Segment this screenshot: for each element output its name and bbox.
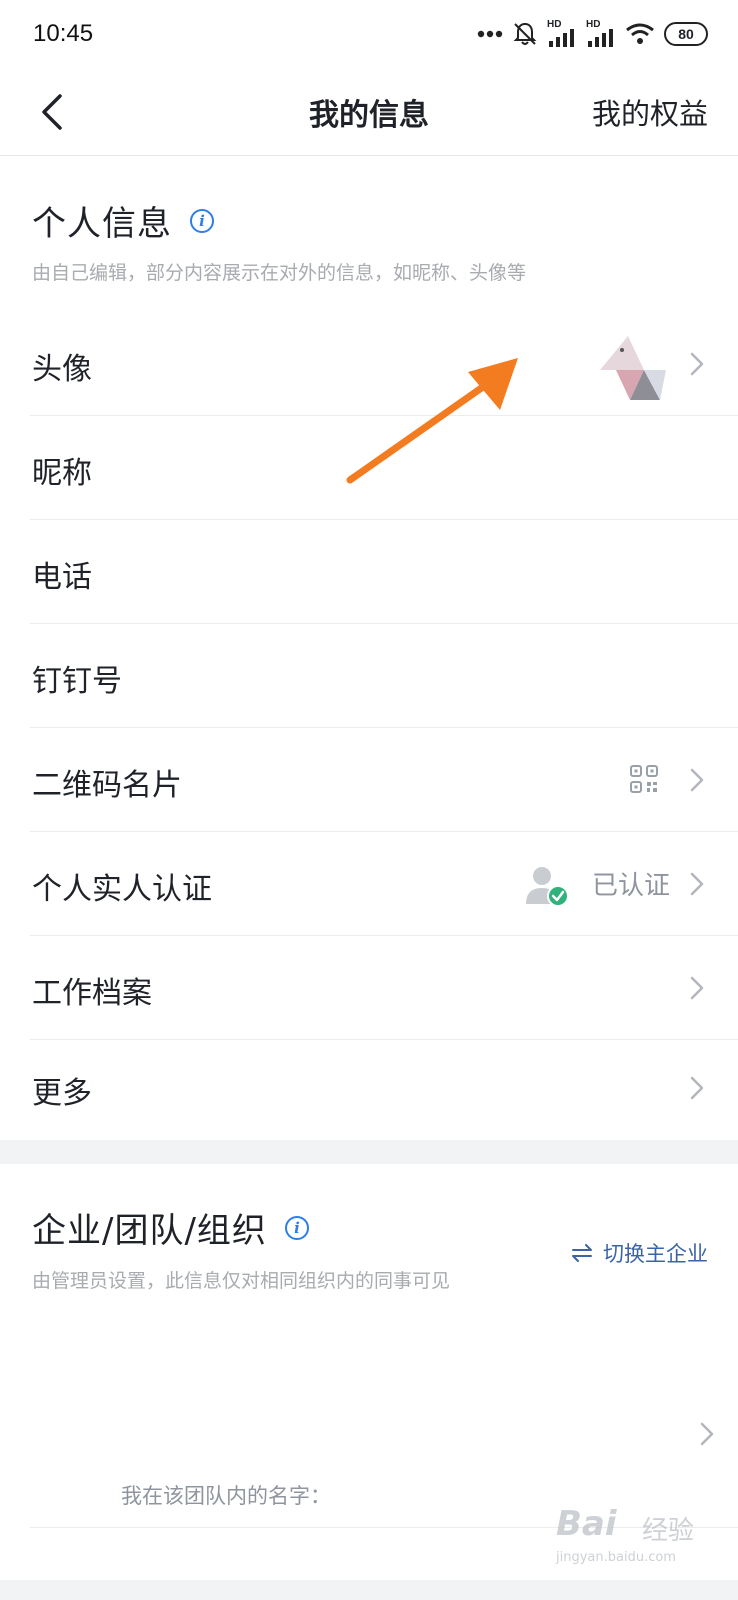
chevron-right-icon bbox=[700, 1422, 714, 1446]
row-phone[interactable]: 电话 bbox=[0, 520, 738, 624]
qr-code-icon bbox=[630, 765, 658, 793]
info-icon[interactable]: i bbox=[190, 208, 214, 233]
org-description: 由管理员设置，此信息仅对相同组织内的同事可见 bbox=[32, 1270, 451, 1292]
row-label: 电话 bbox=[32, 560, 92, 595]
status-icons: HD HD 80 bbox=[477, 19, 708, 47]
verification-status: 已认证 bbox=[591, 871, 670, 901]
battery-icon: 80 bbox=[664, 22, 708, 46]
org-title: 企业/团队/组织 bbox=[32, 1211, 267, 1251]
bell-muted-icon bbox=[513, 22, 537, 45]
row-label: 更多 bbox=[32, 1076, 92, 1111]
personal-info-header: 个人信息 i bbox=[32, 196, 214, 245]
personal-info-description: 由自己编辑，部分内容展示在对外的信息，如昵称、头像等 bbox=[32, 262, 527, 284]
row-dingtalk-id[interactable]: 钉钉号 bbox=[0, 624, 738, 728]
row-label: 头像 bbox=[32, 352, 92, 387]
status-bar: 10:45 HD HD 80 bbox=[0, 0, 738, 68]
chevron-right-icon bbox=[690, 976, 704, 1000]
personal-info-title: 个人信息 bbox=[32, 204, 172, 244]
row-qr-card[interactable]: 二维码名片 bbox=[0, 728, 738, 832]
chevron-right-icon bbox=[690, 768, 704, 792]
back-button[interactable] bbox=[30, 88, 74, 136]
battery-level: 80 bbox=[678, 26, 694, 42]
my-rights-link[interactable]: 我的权益 bbox=[592, 91, 708, 133]
signal-hd-icon: HD bbox=[547, 19, 577, 47]
signal-hd-icon: HD bbox=[586, 19, 616, 47]
chevron-left-icon bbox=[42, 94, 62, 130]
info-icon[interactable]: i bbox=[284, 1215, 309, 1240]
swap-arrows-icon bbox=[572, 1244, 592, 1262]
team-name-label: 我在该团队内的名字： bbox=[121, 1484, 331, 1508]
row-identity-verification[interactable]: 个人实人认证 已认证 bbox=[0, 832, 738, 936]
watermark-logo: Bai 经验 jingyan.baidu.com bbox=[556, 1504, 695, 1565]
row-more[interactable]: 更多 bbox=[0, 1036, 738, 1140]
verified-person-icon bbox=[526, 867, 568, 907]
row-work-profile[interactable]: 工作档案 bbox=[0, 936, 738, 1040]
row-nickname[interactable]: 昵称 bbox=[0, 416, 738, 520]
status-time: 10:45 bbox=[33, 20, 94, 47]
switch-main-company-label: 切换主企业 bbox=[603, 1242, 708, 1266]
row-avatar[interactable]: 头像 bbox=[0, 312, 738, 416]
chevron-right-icon bbox=[690, 1076, 704, 1100]
row-label: 钉钉号 bbox=[32, 664, 122, 699]
nav-bar: 我的信息 我的权益 bbox=[0, 68, 738, 156]
wifi-icon bbox=[626, 23, 654, 44]
switch-main-company-link[interactable]: 切换主企业 bbox=[571, 1238, 708, 1268]
row-label: 二维码名片 bbox=[32, 768, 182, 803]
avatar bbox=[600, 336, 666, 400]
chevron-right-icon bbox=[690, 352, 704, 376]
more-dots-icon bbox=[477, 30, 503, 38]
section-separator bbox=[0, 1140, 738, 1164]
row-label: 昵称 bbox=[32, 456, 92, 491]
org-header: 企业/团队/组织 i bbox=[32, 1203, 309, 1252]
row-label: 工作档案 bbox=[32, 976, 152, 1011]
row-label: 个人实人认证 bbox=[32, 872, 212, 907]
chevron-right-icon bbox=[690, 872, 704, 896]
bottom-separator bbox=[0, 1580, 738, 1600]
